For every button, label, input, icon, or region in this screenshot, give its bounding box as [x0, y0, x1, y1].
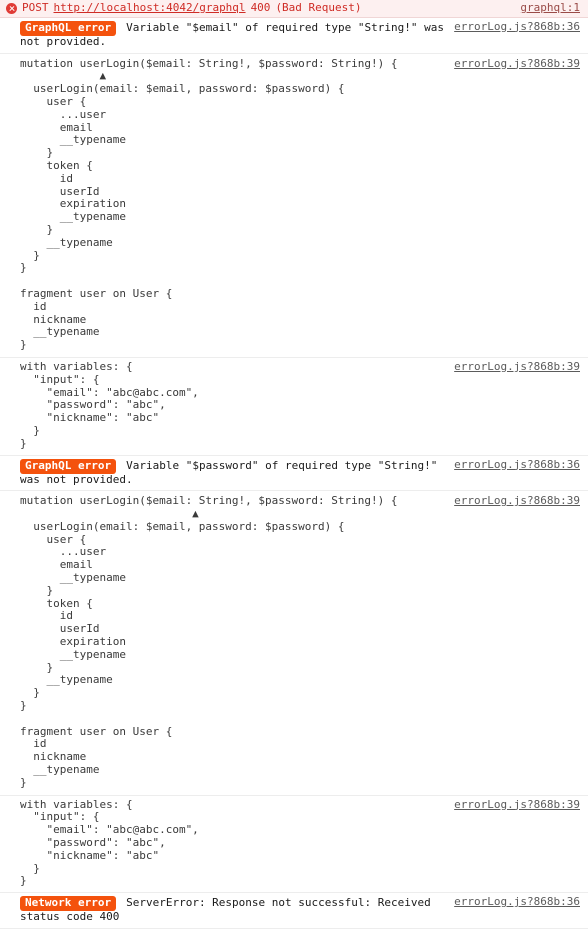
console-log-panel: POST http://localhost:4042/graphql 400 (…: [0, 0, 588, 929]
log-entry[interactable]: with variables: { "input": { "email": "a…: [0, 796, 588, 894]
log-entry-body: mutation userLogin($email: String!, $pas…: [20, 494, 444, 789]
source-location-link[interactable]: errorLog.js?868b:39: [444, 494, 580, 508]
request-status-text: (Bad Request): [275, 2, 362, 14]
log-entry[interactable]: GraphQL error Variable "$email" of requir…: [0, 18, 588, 54]
log-entry[interactable]: Network error ServerError: Response not s…: [0, 893, 588, 929]
log-entry-body: GraphQL error Variable "$password" of req…: [20, 458, 444, 487]
error-type-badge: Network error: [20, 896, 117, 912]
log-entry[interactable]: with variables: { "input": { "email": "a…: [0, 358, 588, 456]
log-entry-body: GraphQL error Variable "$email" of requir…: [20, 20, 444, 49]
graphql-variables-block: with variables: { "input": { "email": "a…: [20, 797, 199, 888]
graphql-variables-block: with variables: { "input": { "email": "a…: [20, 359, 199, 450]
log-entry[interactable]: mutation userLogin($email: String!, $pas…: [0, 491, 588, 796]
source-location-link[interactable]: graphql:1: [510, 1, 580, 15]
error-type-badge: GraphQL error: [20, 20, 117, 36]
error-type-badge: GraphQL error: [20, 458, 117, 474]
source-location-link[interactable]: errorLog.js?868b:36: [444, 895, 580, 909]
request-method: POST: [22, 2, 49, 14]
source-location-link[interactable]: errorLog.js?868b:39: [444, 57, 580, 71]
log-entry-body: with variables: { "input": { "email": "a…: [20, 797, 444, 889]
source-location-link[interactable]: errorLog.js?868b:36: [444, 458, 580, 472]
graphql-query-block: mutation userLogin($email: String!, $pas…: [20, 56, 398, 352]
source-location-link[interactable]: errorLog.js?868b:36: [444, 20, 580, 34]
error-circle-icon: [6, 2, 17, 14]
log-entries-list: GraphQL error Variable "$email" of requir…: [0, 18, 588, 929]
source-location-link[interactable]: errorLog.js?868b:39: [444, 798, 580, 812]
log-entry-body: Network error ServerError: Response not s…: [20, 896, 444, 924]
log-entry[interactable]: mutation userLogin($email: String!, $pas…: [0, 54, 588, 358]
request-url-link[interactable]: http://localhost:4042/graphql: [54, 2, 246, 15]
log-entry-body: mutation userLogin($email: String!, $pas…: [20, 56, 444, 352]
source-location-link[interactable]: errorLog.js?868b:39: [444, 360, 580, 374]
log-entry[interactable]: GraphQL error Variable "$password" of req…: [0, 456, 588, 492]
network-request-summary: POST http://localhost:4042/graphql 400 (…: [6, 2, 510, 15]
request-status-code: 400: [250, 2, 271, 14]
log-entry-body: with variables: { "input": { "email": "a…: [20, 359, 444, 451]
network-request-row[interactable]: POST http://localhost:4042/graphql 400 (…: [0, 0, 588, 18]
graphql-query-block: mutation userLogin($email: String!, $pas…: [20, 494, 398, 789]
